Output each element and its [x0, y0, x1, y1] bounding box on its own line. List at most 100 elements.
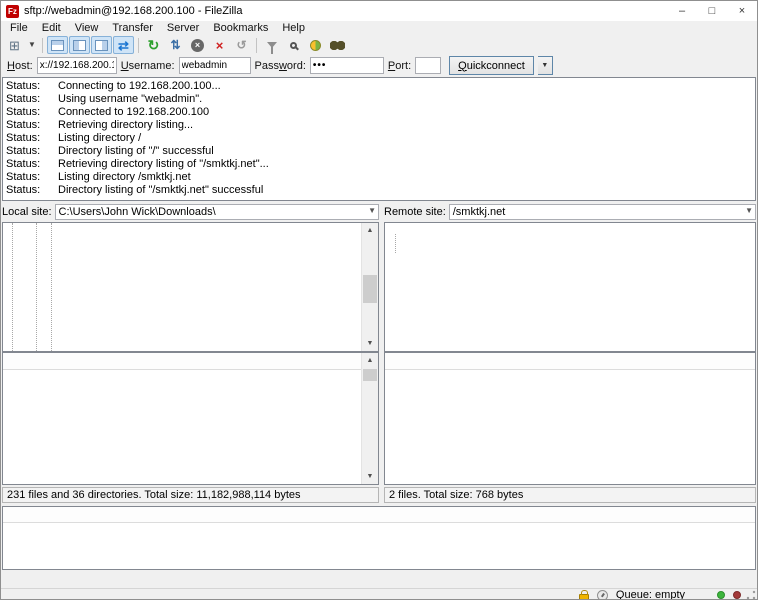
maximize-button[interactable]: □ — [697, 1, 727, 21]
log-line: Status:Retrieving directory listing of "… — [6, 158, 755, 171]
toolbar: ⊞ ▼ ⇄ ↻ ⇅ ×× ↺ — [1, 35, 757, 55]
log-line: Status:Connected to 192.168.200.100 — [6, 106, 755, 119]
filter-icon — [267, 42, 277, 48]
scroll-down-icon[interactable]: ▼ — [362, 469, 378, 484]
synchronized-browsing-button[interactable] — [305, 36, 326, 54]
resize-grip[interactable] — [746, 590, 756, 600]
chevron-down-icon[interactable]: ▼ — [745, 206, 753, 215]
menu-bar: FileEditViewTransferServerBookmarksHelp — [1, 21, 757, 35]
menu-transfer[interactable]: Transfer — [105, 22, 160, 34]
scrollbar-thumb[interactable] — [363, 369, 377, 381]
local-path: C:\Users\John Wick\Downloads\ — [59, 206, 216, 218]
username-label: Username: — [121, 60, 175, 72]
menu-server[interactable]: Server — [160, 22, 206, 34]
port-input[interactable] — [415, 57, 441, 74]
directory-comparison-button[interactable] — [283, 36, 304, 54]
cancel-operation-button[interactable]: × — [187, 36, 208, 54]
local-directory-tree[interactable]: ▲ ▼ — [2, 222, 379, 352]
window-title: sftp://webadmin@192.168.200.100 - FileZi… — [24, 5, 667, 17]
process-queue-button[interactable]: ⇅ — [165, 36, 186, 54]
log-line: Status:Connecting to 192.168.200.100... — [6, 80, 755, 93]
menu-file[interactable]: File — [3, 22, 35, 34]
host-input[interactable] — [37, 57, 117, 74]
username-input[interactable] — [179, 57, 251, 74]
encryption-lock-icon — [579, 594, 589, 600]
send-indicator-icon — [733, 591, 741, 599]
quickconnect-bar: Host: Username: Password: Port: Quickcon… — [1, 55, 757, 76]
disconnect-button[interactable]: × — [209, 36, 230, 54]
quickconnect-button[interactable]: Quickconnect — [449, 56, 534, 75]
minimize-button[interactable]: – — [667, 1, 697, 21]
menu-view[interactable]: View — [68, 22, 106, 34]
remote-directory-tree[interactable] — [384, 222, 756, 352]
local-path-combo[interactable]: C:\Users\John Wick\Downloads\ ▼ — [55, 204, 379, 220]
log-line: Status:Directory listing of "/" successf… — [6, 145, 755, 158]
toggle-transfer-queue-button[interactable]: ⇄ — [113, 36, 134, 54]
menu-edit[interactable]: Edit — [35, 22, 68, 34]
refresh-button[interactable]: ↻ — [143, 36, 164, 54]
reconnect-icon: ↺ — [236, 39, 246, 51]
status-bar: Queue: empty — [1, 588, 757, 600]
receive-indicator-icon — [717, 591, 725, 599]
site-manager-dropdown-button[interactable]: ▼ — [26, 36, 38, 54]
toggle-local-tree-icon — [73, 40, 86, 51]
site-manager-button[interactable]: ⊞ — [4, 36, 25, 54]
scroll-up-icon[interactable]: ▲ — [362, 223, 378, 238]
close-button[interactable]: × — [727, 1, 757, 21]
speed-limit-icon[interactable] — [597, 590, 608, 600]
process-queue-icon: ⇅ — [170, 39, 180, 51]
message-log[interactable]: Status:Connecting to 192.168.200.100...S… — [2, 77, 756, 201]
scrollbar-thumb[interactable] — [363, 275, 377, 303]
log-line: Status:Retrieving directory listing... — [6, 119, 755, 132]
log-message: Retrieving directory listing of "/smktkj… — [58, 158, 269, 171]
toggle-message-log-button[interactable] — [47, 36, 68, 54]
toolbar-separator — [42, 38, 43, 53]
toggle-local-tree-button[interactable] — [69, 36, 90, 54]
local-site-label: Local site: — [2, 206, 52, 218]
log-message: Directory listing of "/smktkj.net" succe… — [58, 184, 263, 197]
remote-pane: Remote site: /smktkj.net ▼ 2 files. Tota… — [384, 204, 756, 504]
local-status-text: 231 files and 36 directories. Total size… — [2, 487, 379, 503]
password-input[interactable] — [310, 57, 384, 74]
log-message: Connected to 192.168.200.100 — [58, 106, 209, 119]
quickconnect-dropdown[interactable]: ▼ — [538, 56, 553, 75]
scroll-down-icon[interactable]: ▼ — [362, 336, 378, 351]
password-label: Password: — [255, 60, 306, 72]
log-type: Status: — [6, 93, 58, 106]
filter-button[interactable] — [261, 36, 282, 54]
menu-help[interactable]: Help — [275, 22, 312, 34]
app-icon: Fz — [6, 5, 19, 18]
filezilla-window: Fz sftp://webadmin@192.168.200.100 - Fil… — [0, 0, 758, 600]
log-type: Status: — [6, 145, 58, 158]
toggle-remote-tree-icon — [95, 40, 108, 51]
log-type: Status: — [6, 132, 58, 145]
site-manager-icon: ⊞ — [9, 39, 20, 52]
queue-tabs — [1, 570, 757, 588]
scroll-up-icon[interactable]: ▲ — [362, 353, 378, 368]
log-line: Status:Listing directory / — [6, 132, 755, 145]
toggle-message-log-icon — [51, 40, 64, 51]
log-type: Status: — [6, 184, 58, 197]
menu-bookmarks[interactable]: Bookmarks — [206, 22, 275, 34]
queue-body[interactable] — [3, 523, 755, 569]
toggle-remote-tree-button[interactable] — [91, 36, 112, 54]
local-file-list: ▲ ▼ — [2, 352, 379, 485]
queue-status-text: Queue: empty — [616, 589, 685, 600]
local-list-scrollbar[interactable]: ▲ ▼ — [361, 353, 378, 484]
log-message: Using username "webadmin". — [58, 93, 202, 106]
log-line: Status:Directory listing of "/smktkj.net… — [6, 184, 755, 197]
reconnect-button[interactable]: ↺ — [231, 36, 252, 54]
directory-comparison-icon — [290, 42, 297, 49]
remote-path-combo[interactable]: /smktkj.net ▼ — [449, 204, 756, 220]
local-tree-scrollbar[interactable]: ▲ ▼ — [361, 223, 378, 351]
local-pane: Local site: C:\Users\John Wick\Downloads… — [2, 204, 379, 504]
remote-status-text: 2 files. Total size: 768 bytes — [384, 487, 756, 503]
title-bar: Fz sftp://webadmin@192.168.200.100 - Fil… — [1, 1, 757, 21]
find-files-icon — [330, 41, 345, 50]
chevron-down-icon[interactable]: ▼ — [368, 206, 376, 215]
host-label: Host: — [7, 60, 33, 72]
find-files-button[interactable] — [327, 36, 348, 54]
log-type: Status: — [6, 171, 58, 184]
site-manager-dropdown-icon: ▼ — [28, 41, 36, 49]
remote-file-list — [384, 352, 756, 485]
